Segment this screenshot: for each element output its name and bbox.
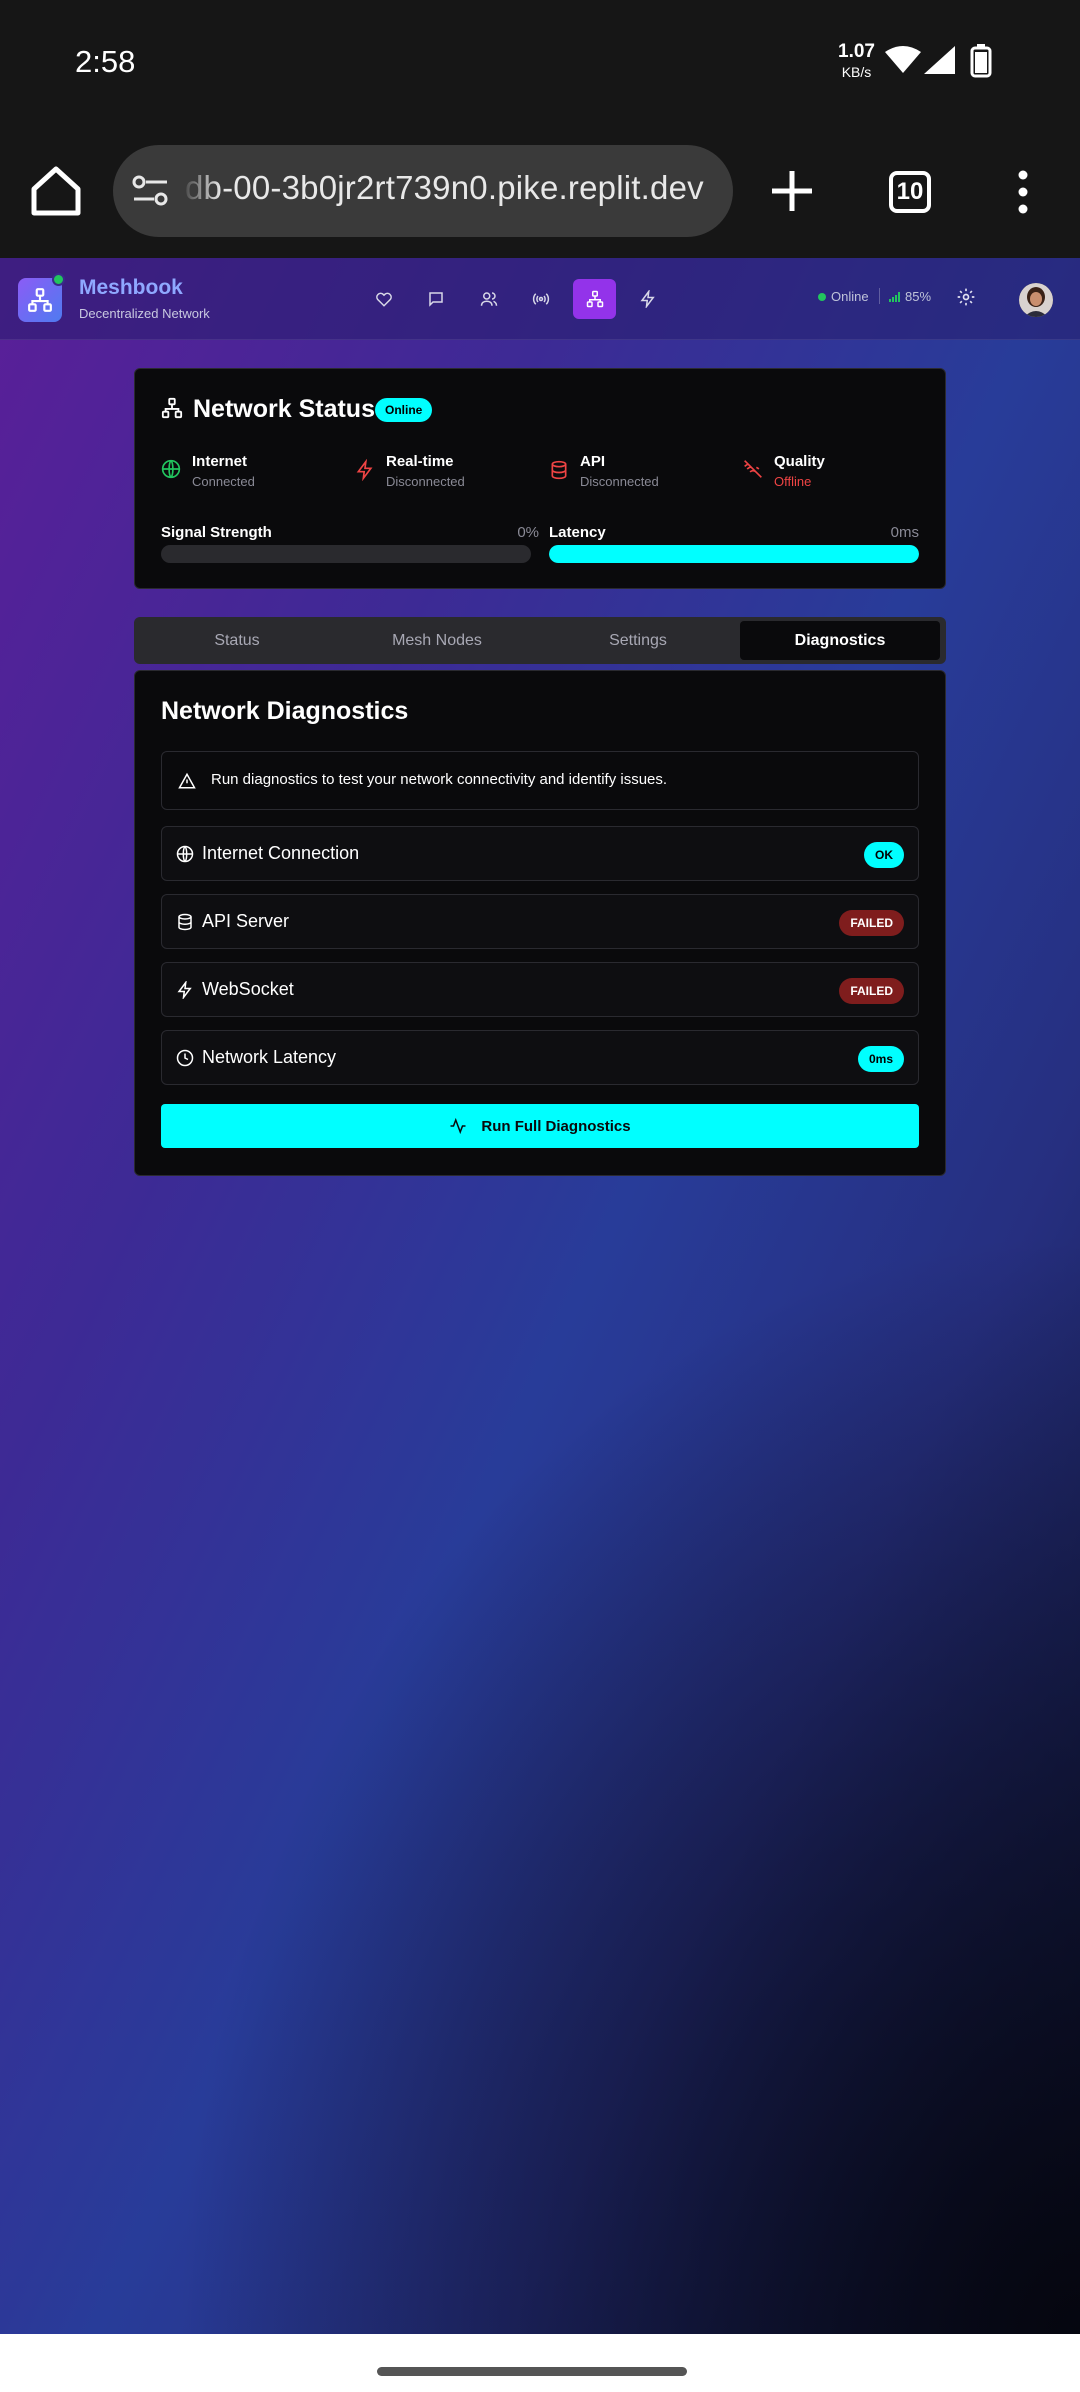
clock-icon — [176, 1049, 194, 1067]
divider — [879, 288, 880, 304]
globe-icon — [176, 845, 194, 863]
network-icon — [586, 290, 603, 308]
brand-name[interactable]: Meshbook — [79, 276, 183, 300]
tab-status[interactable]: Status — [137, 621, 337, 660]
signal-level-label: 85% — [905, 289, 932, 304]
zap-icon — [356, 459, 373, 481]
new-tab-icon[interactable] — [768, 167, 816, 215]
status-dot — [818, 292, 826, 301]
connection-status-label: Online — [831, 289, 869, 304]
cell-signal-icon — [924, 46, 955, 74]
site-settings-icon[interactable] — [131, 171, 171, 211]
home-icon[interactable] — [28, 163, 84, 219]
tab-bar: Status Mesh Nodes Settings Diagnostics — [134, 617, 946, 664]
metric-label: Real-time — [386, 453, 454, 470]
diag-row-internet: Internet Connection OK — [161, 826, 919, 881]
connection-status: Online — [818, 289, 869, 304]
tab-diagnostics[interactable]: Diagnostics — [740, 621, 940, 660]
nav-broadcast[interactable] — [519, 279, 562, 319]
metric-value: Connected — [192, 474, 255, 489]
tab-mesh-nodes[interactable]: Mesh Nodes — [337, 621, 537, 660]
network-status-card: Network Status Online Internet Connected… — [134, 368, 946, 589]
broadcast-icon — [532, 293, 549, 305]
signal-strength-label: Signal Strength — [161, 524, 272, 541]
nav-network[interactable] — [573, 279, 616, 319]
zap-icon — [177, 981, 192, 999]
nav-messages[interactable] — [414, 279, 457, 319]
wifi-icon — [885, 46, 921, 73]
wifi-off-icon — [744, 460, 762, 478]
heart-icon — [375, 292, 392, 307]
signal-bars-icon — [889, 291, 900, 302]
tab-settings[interactable]: Settings — [538, 621, 738, 660]
home-gesture-handle[interactable] — [377, 2367, 687, 2376]
brand-tagline: Decentralized Network — [79, 306, 210, 321]
diag-row-latency: Network Latency 0ms — [161, 1030, 919, 1085]
message-icon — [428, 292, 443, 307]
metric-value: Offline — [774, 474, 812, 489]
warning-icon — [178, 772, 196, 789]
run-diagnostics-button[interactable]: Run Full Diagnostics — [161, 1104, 919, 1148]
network-speed: 1.07 KB/s — [838, 42, 875, 82]
system-status-bar: 2:58 1.07 KB/s — [0, 0, 1080, 125]
metric-value: Disconnected — [386, 474, 465, 489]
app-navbar: Meshbook Decentralized Network Online 85… — [0, 258, 1080, 340]
app-viewport: Meshbook Decentralized Network Online 85… — [0, 258, 1080, 2334]
gesture-nav-bar — [0, 2334, 1080, 2392]
diag-row-websocket: WebSocket FAILED — [161, 962, 919, 1017]
database-icon — [178, 913, 192, 931]
url-fade — [181, 145, 221, 237]
network-speed-unit: KB/s — [841, 64, 872, 80]
alert-text: Run diagnostics to test your network con… — [211, 771, 668, 788]
diag-row-label: Network Latency — [202, 1047, 337, 1067]
status-badge: Online — [375, 398, 433, 422]
clock: 2:58 — [75, 44, 136, 79]
status-badge: OK — [864, 842, 904, 868]
latency-fill — [549, 545, 919, 563]
nav-favorites[interactable] — [362, 279, 405, 319]
metric-label: API — [580, 453, 606, 470]
users-icon — [480, 292, 497, 306]
browser-toolbar: db-00-3b0jr2rt739n0.pike.replit.dev 10 — [0, 125, 1080, 258]
address-bar[interactable]: db-00-3b0jr2rt739n0.pike.replit.dev — [113, 145, 733, 237]
metric-label: Internet — [192, 453, 248, 470]
diagnostics-title: Network Diagnostics — [161, 697, 409, 725]
globe-icon — [161, 459, 181, 479]
signal-strength-value: 0% — [517, 524, 539, 541]
gear-icon[interactable] — [956, 287, 976, 307]
network-speed-value: 1.07 — [838, 41, 875, 62]
latency-bar — [549, 545, 919, 563]
nav-users[interactable] — [467, 279, 510, 319]
latency-value: 0ms — [890, 524, 919, 541]
metric-value: Disconnected — [580, 474, 659, 489]
metric-label: Quality — [774, 453, 825, 470]
run-diagnostics-label: Run Full Diagnostics — [481, 1117, 631, 1135]
signal-strength-bar — [161, 545, 531, 563]
battery-icon — [970, 44, 992, 78]
tab-switcher-button[interactable]: 10 — [889, 171, 931, 213]
diag-row-label: WebSocket — [202, 979, 294, 999]
network-icon — [161, 397, 183, 419]
zap-icon — [640, 290, 655, 308]
diagnostics-alert: Run diagnostics to test your network con… — [161, 751, 919, 810]
online-indicator-dot — [52, 273, 65, 286]
nav-power[interactable] — [626, 279, 669, 319]
latency-label: Latency — [549, 524, 606, 541]
url-text[interactable]: db-00-3b0jr2rt739n0.pike.replit.dev — [185, 169, 704, 207]
network-status-title: Network Status — [193, 395, 375, 423]
avatar[interactable] — [1019, 283, 1053, 317]
user-avatar-image — [1019, 283, 1053, 317]
diagnostics-card: Network Diagnostics Run diagnostics to t… — [134, 670, 946, 1176]
browser-menu-icon[interactable] — [1013, 169, 1033, 215]
status-badge: FAILED — [839, 910, 904, 936]
diag-row-label: API Server — [202, 911, 290, 931]
activity-icon — [450, 1117, 466, 1135]
database-icon — [551, 460, 567, 480]
network-icon — [28, 288, 52, 312]
diag-row-label: Internet Connection — [202, 843, 360, 863]
signal-level: 85% — [889, 289, 931, 304]
status-badge: FAILED — [839, 978, 904, 1004]
status-badge: 0ms — [857, 1046, 904, 1072]
diag-row-api-server: API Server FAILED — [161, 894, 919, 949]
